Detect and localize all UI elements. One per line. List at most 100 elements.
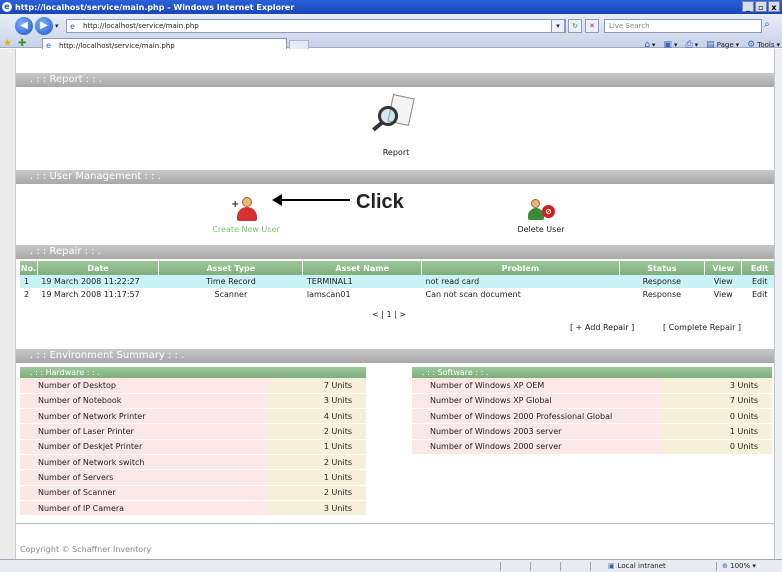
add-repair-link[interactable]: [ + Add Repair ]: [570, 323, 634, 332]
footer-divider: [16, 523, 774, 524]
stop-icon[interactable]: ✕: [585, 19, 599, 33]
security-zone: ▣ Local intranet: [608, 560, 666, 572]
address-dropdown-icon[interactable]: ▾: [551, 19, 565, 33]
repair-header-row: No. Date Asset Type Asset Name Problem S…: [20, 261, 778, 275]
col-edit: Edit: [741, 261, 778, 275]
row-no: 1: [20, 275, 38, 288]
environment-section-header: . : : Environment Summary : : .: [16, 349, 774, 363]
status-separator: [560, 562, 561, 571]
window-controls: _ ▫ x: [742, 1, 780, 12]
sw-label: Number of Windows XP Global: [412, 393, 662, 410]
page-content: . : : Report : : . Report . : : User Man…: [16, 49, 782, 559]
create-user-icon: +: [231, 195, 261, 225]
maximize-button[interactable]: ▫: [755, 1, 767, 12]
user-management-section-header: . : : User Management : : .: [16, 170, 774, 184]
row-asset-type: Time Record: [158, 275, 303, 288]
table-row: Number of Laser Printer 2 Units: [20, 423, 366, 440]
row-problem: not read card: [421, 275, 620, 288]
table-row: Number of Windows XP OEM 3 Units: [412, 378, 772, 394]
table-row: Number of Network Printer 4 Units: [20, 408, 366, 425]
close-button[interactable]: x: [768, 1, 780, 12]
hardware-table: . : : Hardware : : . Number of Desktop 7 …: [20, 367, 366, 517]
hw-label: Number of Deskjet Printer: [20, 439, 270, 455]
report-magnifier-icon: [372, 94, 416, 134]
address-toolbar: ◀ ▶ ▾ e http://localhost/service/main.ph…: [0, 14, 782, 54]
back-button[interactable]: ◀: [15, 17, 33, 35]
col-date: Date: [37, 261, 160, 275]
hardware-header: . : : Hardware : : .: [20, 367, 366, 378]
sw-value: 0 Units: [662, 439, 772, 455]
report-link[interactable]: Report: [372, 94, 416, 157]
table-row: Number of Network switch 2 Units: [20, 454, 366, 471]
pagination[interactable]: < | 1 | >: [372, 310, 406, 319]
sw-value: 1 Units: [662, 423, 772, 440]
table-row: Number of Windows 2000 server 0 Units: [412, 439, 772, 455]
zoom-control[interactable]: ⊕ 100% ▾: [722, 560, 756, 572]
col-status: Status: [619, 261, 705, 275]
minimize-button[interactable]: _: [742, 1, 754, 12]
favorites-star-icon[interactable]: ★: [3, 38, 12, 49]
status-separator: [500, 562, 501, 571]
hw-value: 1 Units: [270, 439, 366, 455]
col-asset-type: Asset Type: [158, 261, 304, 275]
table-row: Number of Desktop 7 Units: [20, 378, 366, 394]
table-row: Number of Notebook 3 Units: [20, 393, 366, 410]
hw-value: 2 Units: [270, 423, 366, 440]
status-separator: [716, 562, 717, 571]
address-input[interactable]: e http://localhost/service/main.php: [66, 19, 566, 33]
hw-value: 3 Units: [270, 500, 366, 517]
zoom-icon: ⊕: [722, 562, 728, 570]
repair-table: No. Date Asset Type Asset Name Problem S…: [20, 261, 778, 301]
status-separator: [590, 562, 591, 571]
row-date: 19 March 2008 11:17:57: [41, 290, 140, 299]
hw-label: Number of IP Camera: [20, 500, 270, 517]
complete-repair-link[interactable]: [ Complete Repair ]: [663, 323, 741, 332]
view-link[interactable]: View: [704, 288, 742, 301]
hw-value: 2 Units: [270, 485, 366, 501]
hw-value: 2 Units: [270, 454, 366, 471]
hw-label: Number of Notebook: [20, 393, 270, 410]
row-asset-name: lamscan01: [306, 290, 351, 299]
table-row: Number of Windows XP Global 7 Units: [412, 393, 772, 410]
search-input[interactable]: Live Search: [604, 19, 762, 33]
col-asset-name: Asset Name: [302, 261, 423, 275]
software-header: . : : Software : : .: [412, 367, 772, 378]
report-section-header: . : : Report : : .: [16, 73, 774, 87]
refresh-icon[interactable]: ↻: [568, 19, 582, 33]
edit-link[interactable]: Edit: [742, 288, 778, 301]
delete-user-link[interactable]: ⊘ Delete User: [506, 195, 576, 234]
row-date: 19 March 2008 11:22:27: [37, 275, 159, 288]
address-url: http://localhost/service/main.php: [83, 22, 199, 30]
sw-value: 7 Units: [662, 393, 772, 410]
row-asset-type: Scanner: [214, 290, 248, 299]
delete-user-label: Delete User: [517, 225, 565, 234]
status-bar: ▣ Local intranet ⊕ 100% ▾: [0, 559, 782, 572]
vertical-scrollbar[interactable]: [774, 49, 782, 559]
create-user-label: Create New User: [212, 225, 280, 234]
hw-value: 3 Units: [270, 393, 366, 410]
col-problem: Problem: [421, 261, 620, 275]
edit-link[interactable]: Edit: [741, 275, 778, 288]
sw-value: 3 Units: [662, 378, 772, 394]
hw-value: 4 Units: [270, 408, 366, 425]
hw-label: Number of Laser Printer: [20, 423, 270, 440]
forward-button[interactable]: ▶: [35, 17, 53, 35]
sw-label: Number of Windows XP OEM: [412, 378, 662, 394]
copyright-text: Copyright © Schaffner Inventory: [20, 545, 152, 554]
window-title-bar: e http://localhost/service/main.php - Wi…: [0, 0, 782, 14]
search-icon[interactable]: ⌕: [764, 19, 770, 30]
delete-user-icon: ⊘: [526, 195, 556, 225]
sw-value: 0 Units: [662, 408, 772, 425]
repair-section-header: . : : Repair : : .: [16, 245, 774, 259]
hw-value: 1 Units: [270, 469, 366, 486]
ie-logo-icon: e: [2, 2, 12, 12]
software-table: . : : Software : : . Number of Windows X…: [412, 367, 772, 455]
history-dropdown-icon[interactable]: ▾: [55, 22, 59, 30]
table-row: Number of Deskjet Printer 1 Units: [20, 439, 366, 455]
status-separator: [530, 562, 531, 571]
add-favorite-icon[interactable]: ✚: [18, 38, 26, 49]
sw-label: Number of Windows 2000 server: [412, 439, 662, 455]
window-title: http://localhost/service/main.php - Wind…: [15, 2, 295, 12]
view-link[interactable]: View: [704, 275, 742, 288]
search-placeholder: Live Search: [609, 22, 650, 30]
